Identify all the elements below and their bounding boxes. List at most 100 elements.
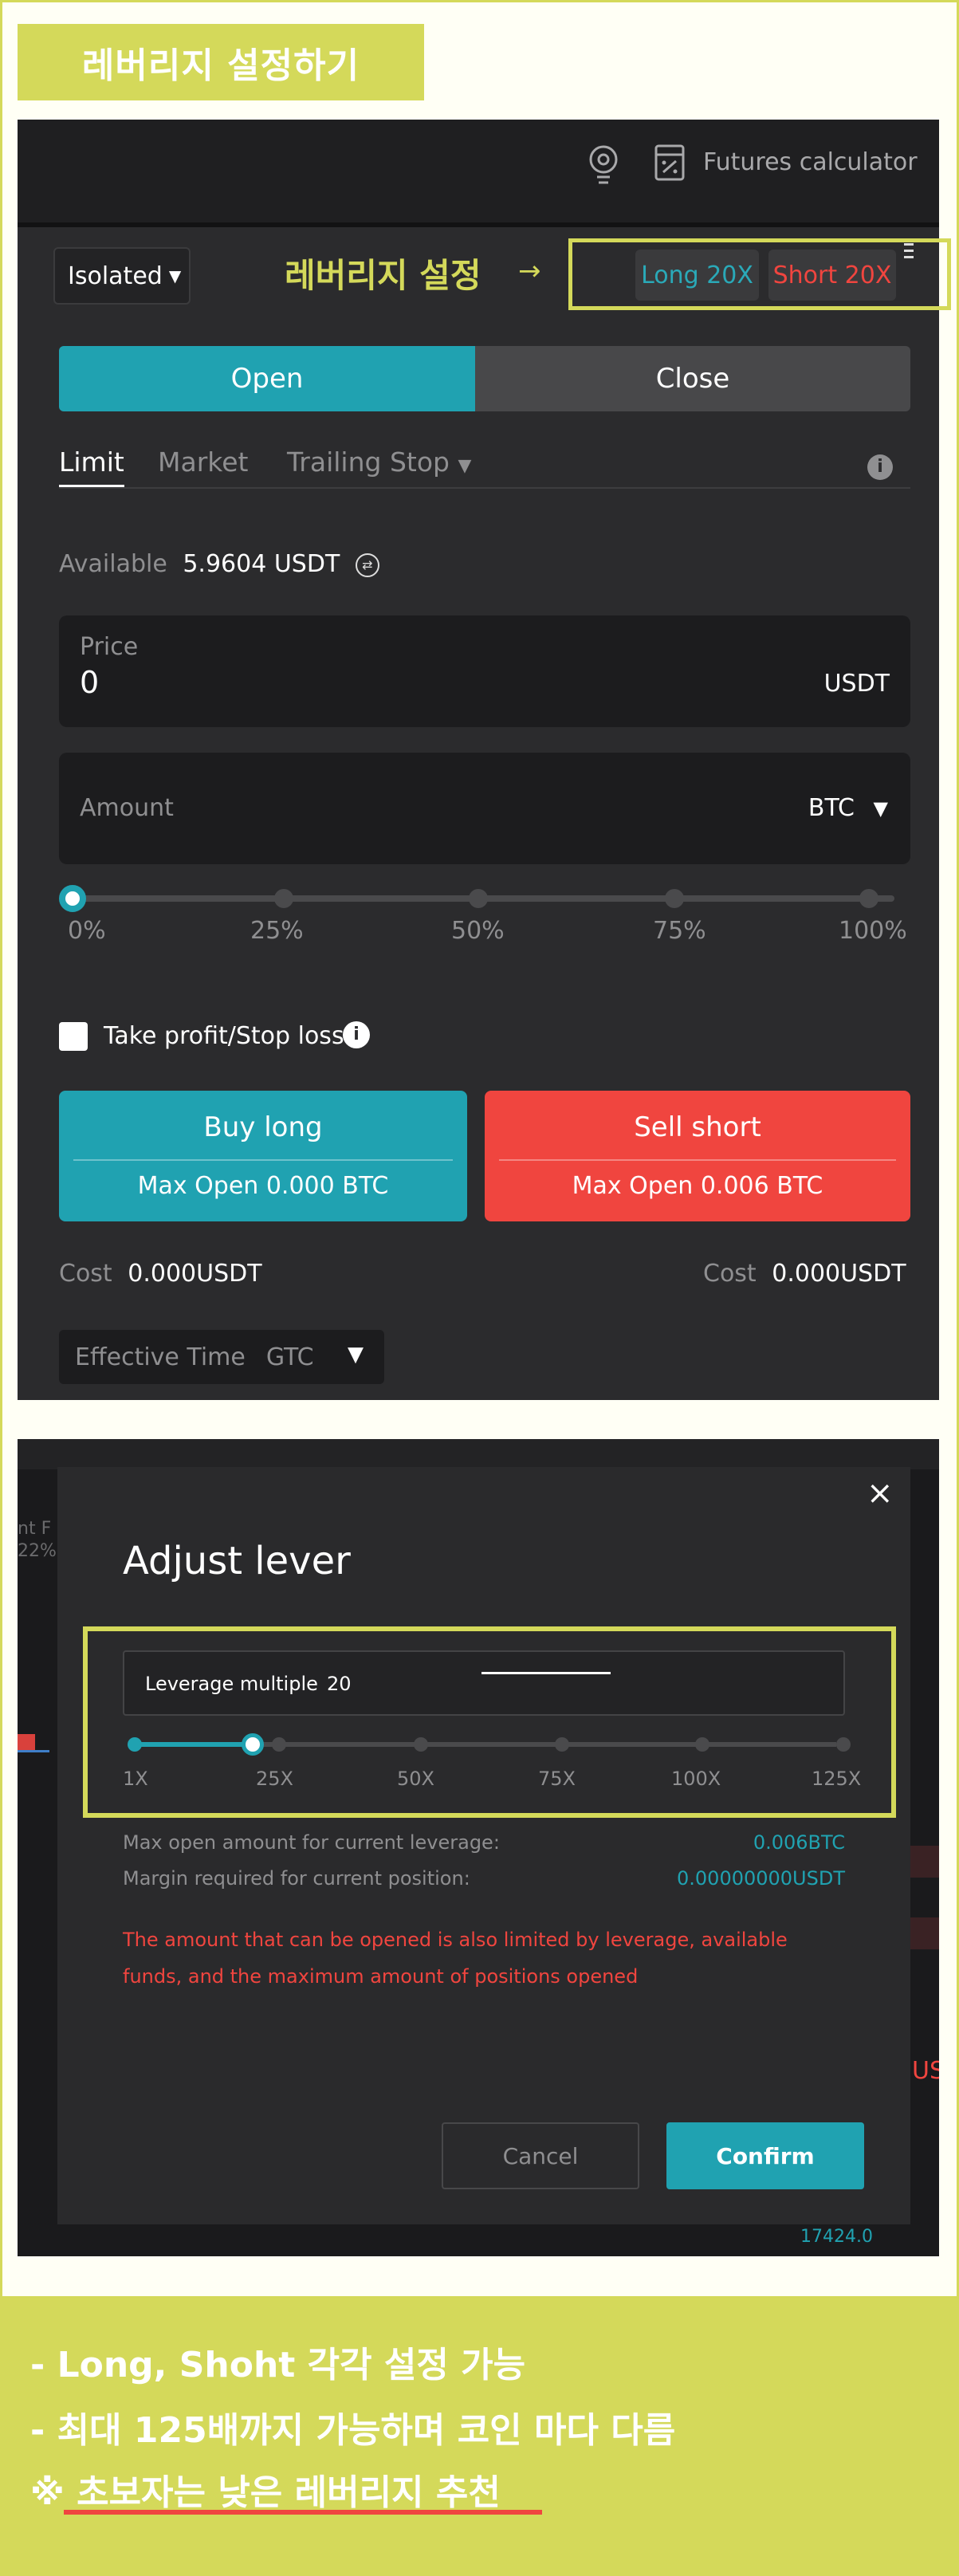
sell-short-max-open: Max Open 0.006 BTC (572, 1172, 823, 1200)
annotation-label: 레버리지 설정 (285, 256, 481, 295)
background-line (18, 1750, 49, 1752)
cancel-button[interactable]: Cancel (442, 2122, 639, 2189)
slider-stop[interactable] (128, 1737, 142, 1752)
info-icon[interactable]: i (867, 454, 893, 480)
slider-stop[interactable] (555, 1737, 569, 1752)
adjust-lever-screen: nt F 22% 17424.0 US × Adjust lever Lever… (18, 1439, 939, 2256)
futures-calculator-link[interactable]: Futures calculator (703, 148, 918, 176)
slider-mark: 25% (250, 917, 304, 945)
slider-stop[interactable] (695, 1737, 709, 1752)
calculator-icon[interactable] (654, 144, 686, 182)
effective-time-label: Effective Time (75, 1343, 246, 1371)
slider-stop[interactable] (665, 889, 684, 908)
annotation-arrow: → (518, 255, 541, 287)
available-value: 5.9604 USDT (183, 550, 340, 578)
margin-mode-label: Isolated (68, 262, 163, 290)
tab-limit[interactable]: Limit (59, 446, 124, 478)
leverage-mark: 25X (256, 1768, 293, 1790)
cost-label: Cost (59, 1260, 112, 1288)
buy-long-max-open: Max Open 0.000 BTC (137, 1172, 389, 1200)
trade-panel: Futures calculator Isolated ▼ 레버리지 설정 → … (18, 120, 951, 1400)
background-text: 22% (18, 1541, 57, 1561)
leverage-label: Leverage multiple (145, 1673, 318, 1695)
price-field[interactable]: Price 0 USDT (59, 615, 910, 727)
close-icon[interactable]: × (867, 1475, 894, 1512)
amount-field[interactable]: Amount BTC ▼ (59, 753, 910, 864)
leverage-mark: 100X (671, 1768, 721, 1790)
sell-short-title: Sell short (634, 1111, 761, 1143)
warning-text: The amount that can be opened is also li… (123, 1929, 788, 1988)
cost-label: Cost (703, 1260, 757, 1288)
sell-short-button[interactable]: Sell short Max Open 0.006 BTC (485, 1091, 910, 1221)
max-open-row: Max open amount for current leverage: 0.… (123, 1831, 845, 1854)
menu-icon[interactable] (904, 243, 915, 262)
section-banner: 레버리지 설정하기 (18, 24, 424, 100)
slider-mark: 100% (839, 917, 907, 945)
dialog-title: Adjust lever (123, 1539, 351, 1583)
leverage-input[interactable]: Leverage multiple 20 (123, 1650, 845, 1716)
cost-value: 0.000USDT (128, 1260, 262, 1288)
slider-stop[interactable] (836, 1737, 851, 1752)
tab-trailing-label: Trailing Stop (287, 446, 450, 478)
caret-down-icon: ▼ (873, 797, 888, 820)
background-text: US (912, 2057, 939, 2085)
margin-value: 0.00000000USDT (677, 1867, 845, 1890)
cost-short: Cost 0.000USDT (703, 1260, 906, 1288)
buy-long-button[interactable]: Buy long Max Open 0.000 BTC (59, 1091, 467, 1221)
tp-sl-label: Take profit/Stop loss (104, 1022, 344, 1050)
max-open-value: 0.006BTC (753, 1831, 845, 1854)
input-underline (481, 1672, 611, 1674)
amount-slider-handle[interactable] (59, 885, 86, 912)
slider-stop[interactable] (274, 889, 293, 908)
note-underline (64, 2510, 542, 2515)
leverage-value: 20 (327, 1673, 352, 1695)
margin-label: Margin required for current position: (123, 1867, 470, 1890)
slider-mark: 0% (68, 917, 106, 945)
slider-stop[interactable] (469, 889, 488, 908)
info-icon[interactable]: i (343, 1021, 370, 1048)
confirm-button[interactable]: Confirm (666, 2122, 864, 2189)
amount-unit-select[interactable]: BTC (808, 794, 855, 822)
lightbulb-icon[interactable] (584, 142, 623, 190)
cost-value: 0.000USDT (772, 1260, 906, 1288)
margin-row: Margin required for current position: 0.… (123, 1867, 845, 1890)
long-leverage-button[interactable]: Long 20X (635, 250, 759, 301)
price-label: Price (80, 633, 139, 661)
tab-trailing-stop[interactable]: Trailing Stop ▼ (287, 446, 471, 478)
background-header (18, 1439, 939, 1469)
background-marker (18, 1734, 35, 1752)
caret-down-icon: ▼ (458, 456, 472, 476)
buy-long-title: Buy long (203, 1111, 323, 1143)
slider-mark: 50% (451, 917, 505, 945)
leverage-mark: 125X (812, 1768, 862, 1790)
caret-down-icon: ▼ (168, 266, 182, 285)
leverage-mark: 1X (123, 1768, 148, 1790)
background-text: 17424.0 (800, 2227, 873, 2247)
transfer-icon[interactable]: ⇄ (355, 553, 379, 577)
margin-mode-select[interactable]: Isolated ▼ (53, 247, 191, 305)
leverage-slider-fill (135, 1742, 253, 1747)
divider (499, 1159, 896, 1161)
leverage-mark: 50X (397, 1768, 434, 1790)
slider-stop[interactable] (414, 1737, 428, 1752)
tab-open[interactable]: Open (59, 346, 475, 411)
divider (59, 487, 910, 489)
short-leverage-button[interactable]: Short 20X (768, 250, 896, 301)
caret-down-icon: ▼ (348, 1343, 364, 1367)
effective-time-select[interactable]: Effective Time GTC ▼ (59, 1330, 384, 1384)
price-unit: USDT (823, 670, 890, 698)
note-line: - 최대 125배까지 가능하며 코인 마다 다름 (30, 2410, 676, 2451)
tab-close[interactable]: Close (475, 346, 910, 411)
divider (73, 1159, 453, 1161)
max-open-label: Max open amount for current leverage: (123, 1831, 500, 1854)
available-label: Available (59, 550, 167, 578)
note-line: - Long, Shoht 각각 설정 가능 (30, 2345, 526, 2385)
leverage-slider-handle[interactable] (242, 1733, 264, 1756)
tab-market[interactable]: Market (158, 446, 248, 478)
slider-stop[interactable] (272, 1737, 286, 1752)
tp-sl-checkbox[interactable] (59, 1022, 88, 1051)
cost-long: Cost 0.000USDT (59, 1260, 262, 1288)
slider-mark: 75% (653, 917, 706, 945)
slider-stop[interactable] (859, 889, 878, 908)
price-value: 0 (80, 665, 100, 700)
